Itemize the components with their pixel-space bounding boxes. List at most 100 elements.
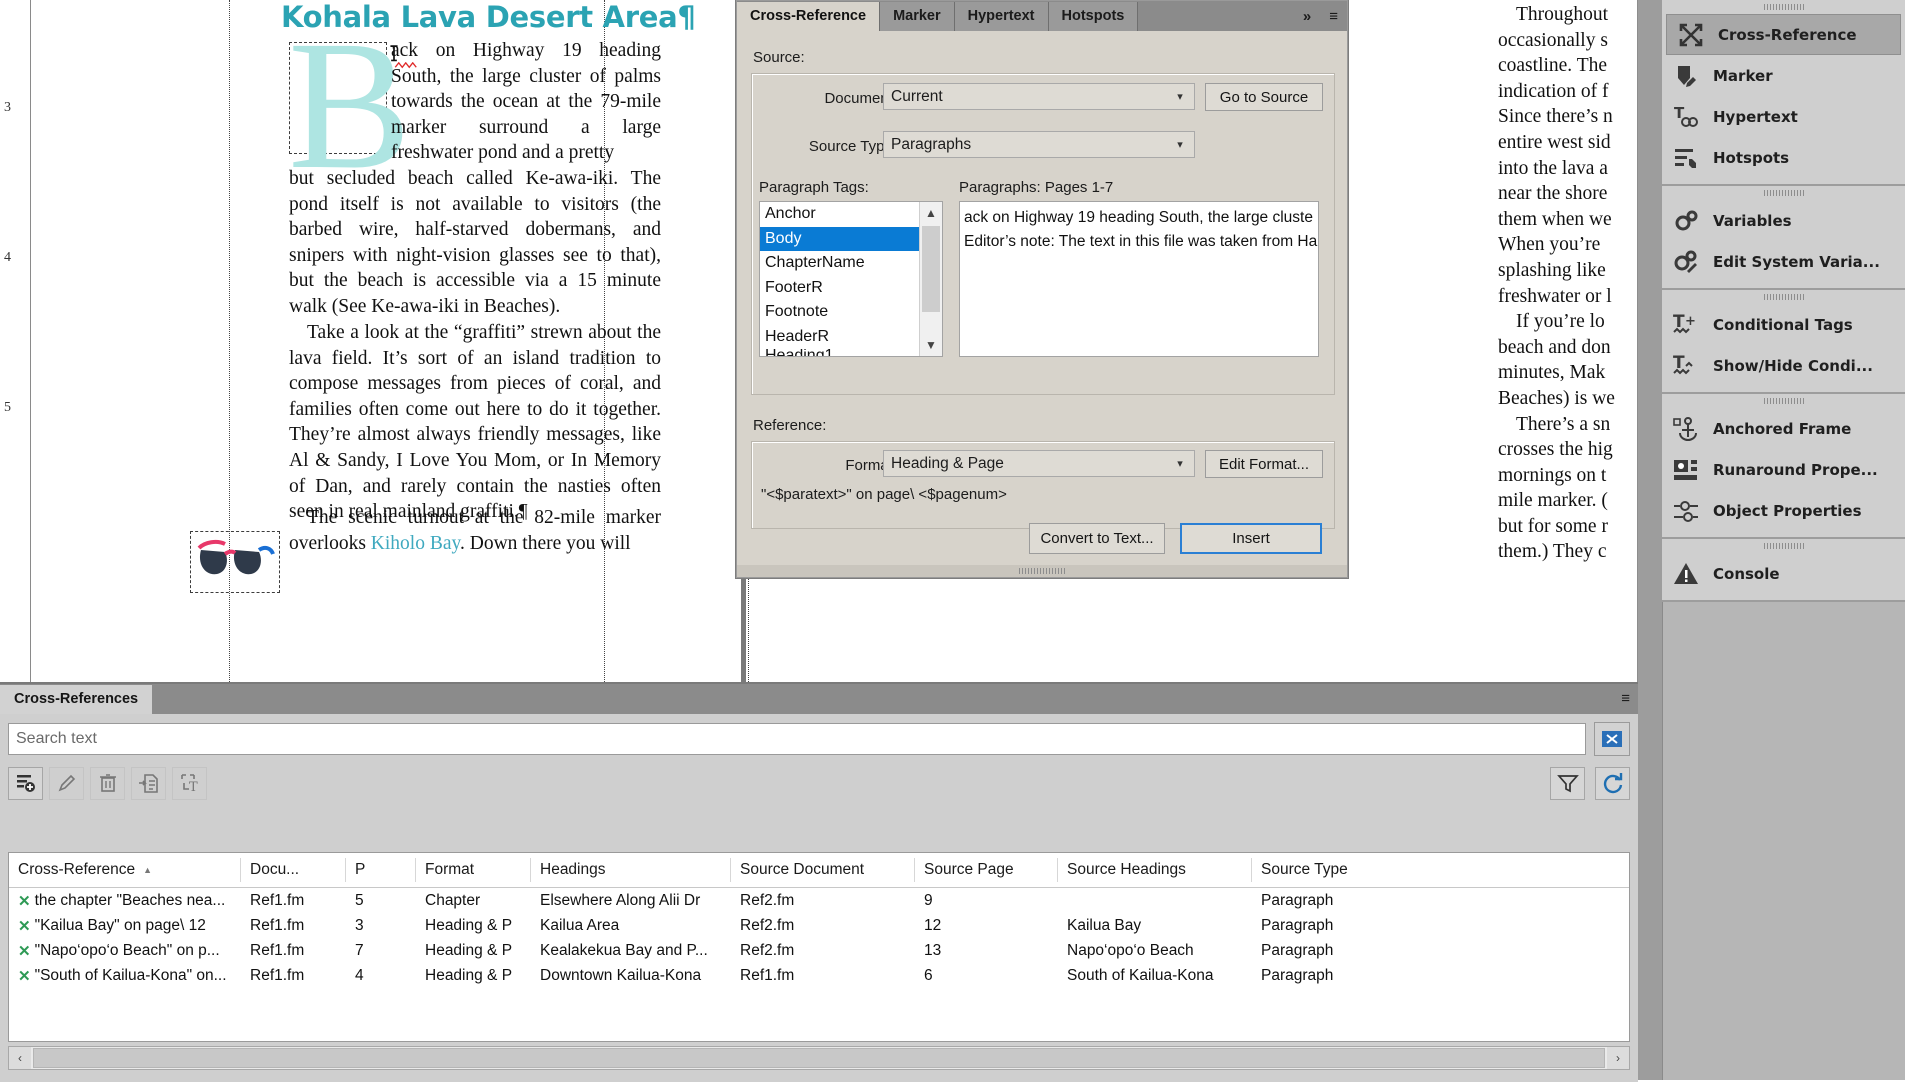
reference-format-select[interactable]: Heading & Page ▾ (883, 450, 1195, 477)
cross-reference-icon (1677, 21, 1705, 49)
sidebar-item-hotspots[interactable]: Hotspots (1662, 137, 1905, 178)
search-input[interactable]: Search text (8, 723, 1586, 755)
right-column-line: them.) They c (1498, 541, 1607, 563)
sort-ascending-icon: ▲ (143, 865, 153, 875)
table-header-row[interactable]: Cross-Reference ▲ Docu... P Format Headin… (9, 853, 1629, 888)
paragraph-tag-item[interactable]: ChapterName (760, 251, 942, 276)
pilcrow-mark: ¶ (677, 0, 696, 34)
cell-document: Ref1.fm (250, 891, 305, 909)
sidebar-item-conditional-tags[interactable]: T + Conditional Tags (1662, 304, 1905, 345)
paragraph-tags-scrollbar[interactable]: ▲ ▼ (919, 202, 942, 356)
scroll-up-icon[interactable]: ▲ (920, 202, 942, 224)
paragraph-tag-item[interactable]: Anchor (760, 202, 942, 227)
source-type-select[interactable]: Paragraphs ▾ (883, 131, 1195, 158)
panel-menu-icon[interactable]: ≡ (1621, 690, 1630, 707)
go-to-source-button[interactable]: Go to Source (1205, 83, 1323, 111)
new-cross-reference-button[interactable] (8, 766, 43, 800)
sidebar-group-handle[interactable] (1662, 394, 1905, 408)
table-horizontal-scrollbar[interactable]: ‹ › (8, 1046, 1630, 1070)
panel-toolbar[interactable]: T (8, 763, 1630, 803)
sidebar-group-handle[interactable] (1662, 186, 1905, 200)
right-sidebar[interactable]: Cross-Reference Marker T Hypertext Hotsp… (1637, 0, 1905, 1080)
sidebar-group-handle[interactable] (1662, 290, 1905, 304)
dialog-resize-grip[interactable] (737, 565, 1347, 577)
go-to-source-button[interactable] (131, 766, 166, 800)
cell-source-page: 9 (924, 891, 933, 909)
panel-tab-bar[interactable]: Cross-References ≡ (0, 684, 1638, 714)
table-row[interactable]: ✕ "Kailua Bay" on page\ 12 Ref1.fm 3 Head… (9, 913, 1629, 938)
paragraph-tags-listbox[interactable]: Anchor Body ChapterName FooterR Footnote… (759, 201, 943, 357)
table-row[interactable]: ✕ the chapter "Beaches nea... Ref1.fm 5 C… (9, 888, 1629, 913)
cell-source-headings: Napo‘opo‘o Beach (1067, 941, 1194, 959)
source-document-select[interactable]: Current ▾ (883, 83, 1195, 110)
cross-reference-dialog[interactable]: Cross-Reference Marker Hypertext Hotspot… (736, 0, 1348, 578)
table-row[interactable]: ✕ "South of Kailua-Kona" on... Ref1.fm 4 … (9, 963, 1629, 988)
sidebar-group-handle[interactable] (1662, 539, 1905, 553)
column-header-source-headings[interactable]: Source Headings (1058, 858, 1252, 882)
clear-search-button[interactable] (1594, 722, 1630, 756)
document-page-left[interactable]: Kohala Lava Desert Area¶ B ack on Highwa… (59, 0, 741, 682)
sidebar-item-marker[interactable]: Marker (1662, 55, 1905, 96)
scrollbar-thumb[interactable] (33, 1048, 1605, 1068)
refresh-button[interactable] (1595, 766, 1630, 800)
sidebar-item-cross-reference[interactable]: Cross-Reference (1666, 14, 1901, 55)
sidebar-item-edit-system-variables[interactable]: Edit System Varia... (1662, 241, 1905, 282)
paragraphs-listbox[interactable]: ack on Highway 19 heading South, the lar… (959, 201, 1319, 357)
cell-text: the chapter "Beaches nea... (34, 891, 226, 909)
anchored-graphic-frame[interactable] (190, 531, 280, 593)
insert-button[interactable]: Insert (1180, 523, 1322, 554)
sidebar-group-handle[interactable] (1662, 0, 1905, 14)
sidebar-item-variables[interactable]: Variables (1662, 200, 1905, 241)
sidebar-item-show-hide-conditional[interactable]: T Show/Hide Condi... (1662, 345, 1905, 386)
document-label: Document: (824, 90, 897, 107)
paragraph-tag-item-selected[interactable]: Body (760, 226, 942, 251)
cell-source-headings: South of Kailua-Kona (1067, 966, 1214, 984)
right-column-line: When you’re (1498, 234, 1601, 256)
drop-cap-frame[interactable]: B (288, 13, 411, 198)
dialog-tab-bar[interactable]: Cross-Reference Marker Hypertext Hotspot… (737, 1, 1347, 31)
scroll-left-icon[interactable]: ‹ (9, 1047, 31, 1069)
cross-references-panel[interactable]: Cross-References ≡ Search text T Cross-R… (0, 682, 1638, 1082)
column-header-source-type[interactable]: Source Type (1252, 858, 1412, 882)
convert-to-text-button[interactable]: Convert to Text... (1029, 523, 1165, 554)
sidebar-item-hypertext[interactable]: T Hypertext (1662, 96, 1905, 137)
body-paragraph-3: The scenic turnout at the 82-mile marker… (289, 505, 661, 556)
filter-button[interactable] (1550, 766, 1585, 800)
dialog-menu-icon[interactable]: ≡ (1320, 2, 1347, 31)
paragraph-item[interactable]: Editor’s note: The text in this file was… (960, 230, 1318, 254)
scroll-down-icon[interactable]: ▼ (920, 334, 942, 356)
paragraph-item[interactable]: ack on Highway 19 heading South, the lar… (960, 206, 1318, 230)
paragraph-tag-item[interactable]: HeaderR (760, 325, 942, 350)
chevron-down-icon: ▾ (1177, 91, 1183, 103)
column-header-cross-reference[interactable]: Cross-Reference ▲ (9, 858, 241, 882)
column-header-headings[interactable]: Headings (531, 858, 731, 882)
paragraph-tag-item[interactable]: FooterR (760, 276, 942, 301)
edit-cross-reference-button[interactable] (49, 766, 84, 800)
column-header-document[interactable]: Docu... (241, 858, 346, 882)
sidebar-item-anchored-frame[interactable]: Anchored Frame (1662, 408, 1905, 449)
scrollbar-thumb[interactable] (922, 226, 940, 312)
paragraph-tag-item[interactable]: Heading1 (760, 349, 942, 356)
paragraph-tag-item[interactable]: Footnote (760, 300, 942, 325)
delete-cross-reference-button[interactable] (90, 766, 125, 800)
table-row[interactable]: ✕ "Napo‘opo‘o Beach" on p... Ref1.fm 7 He… (9, 938, 1629, 963)
tab-cross-reference[interactable]: Cross-Reference (737, 2, 881, 31)
edit-format-button[interactable]: Edit Format... (1205, 450, 1323, 478)
scroll-right-icon[interactable]: › (1607, 1047, 1629, 1069)
tab-hotspots[interactable]: Hotspots (1048, 2, 1139, 31)
column-header-source-document[interactable]: Source Document (731, 858, 915, 882)
column-header-page[interactable]: P (346, 858, 416, 882)
sidebar-collapsed-strip[interactable] (1638, 0, 1663, 1080)
sidebar-item-runaround-properties[interactable]: Runaround Prope... (1662, 449, 1905, 490)
column-header-format[interactable]: Format (416, 858, 531, 882)
convert-to-text-button[interactable]: T (172, 766, 207, 800)
cross-reference-link[interactable]: Kiholo Bay (371, 533, 460, 554)
sidebar-item-console[interactable]: Console (1662, 553, 1905, 594)
tab-cross-references[interactable]: Cross-References (0, 685, 153, 714)
cross-references-table[interactable]: Cross-Reference ▲ Docu... P Format Headin… (8, 852, 1630, 1042)
tab-marker[interactable]: Marker (880, 2, 955, 31)
chevron-double-right-icon[interactable]: » (1294, 2, 1320, 31)
sidebar-item-object-properties[interactable]: Object Properties (1662, 490, 1905, 531)
tab-hypertext[interactable]: Hypertext (954, 2, 1049, 31)
column-header-source-page[interactable]: Source Page (915, 858, 1058, 882)
